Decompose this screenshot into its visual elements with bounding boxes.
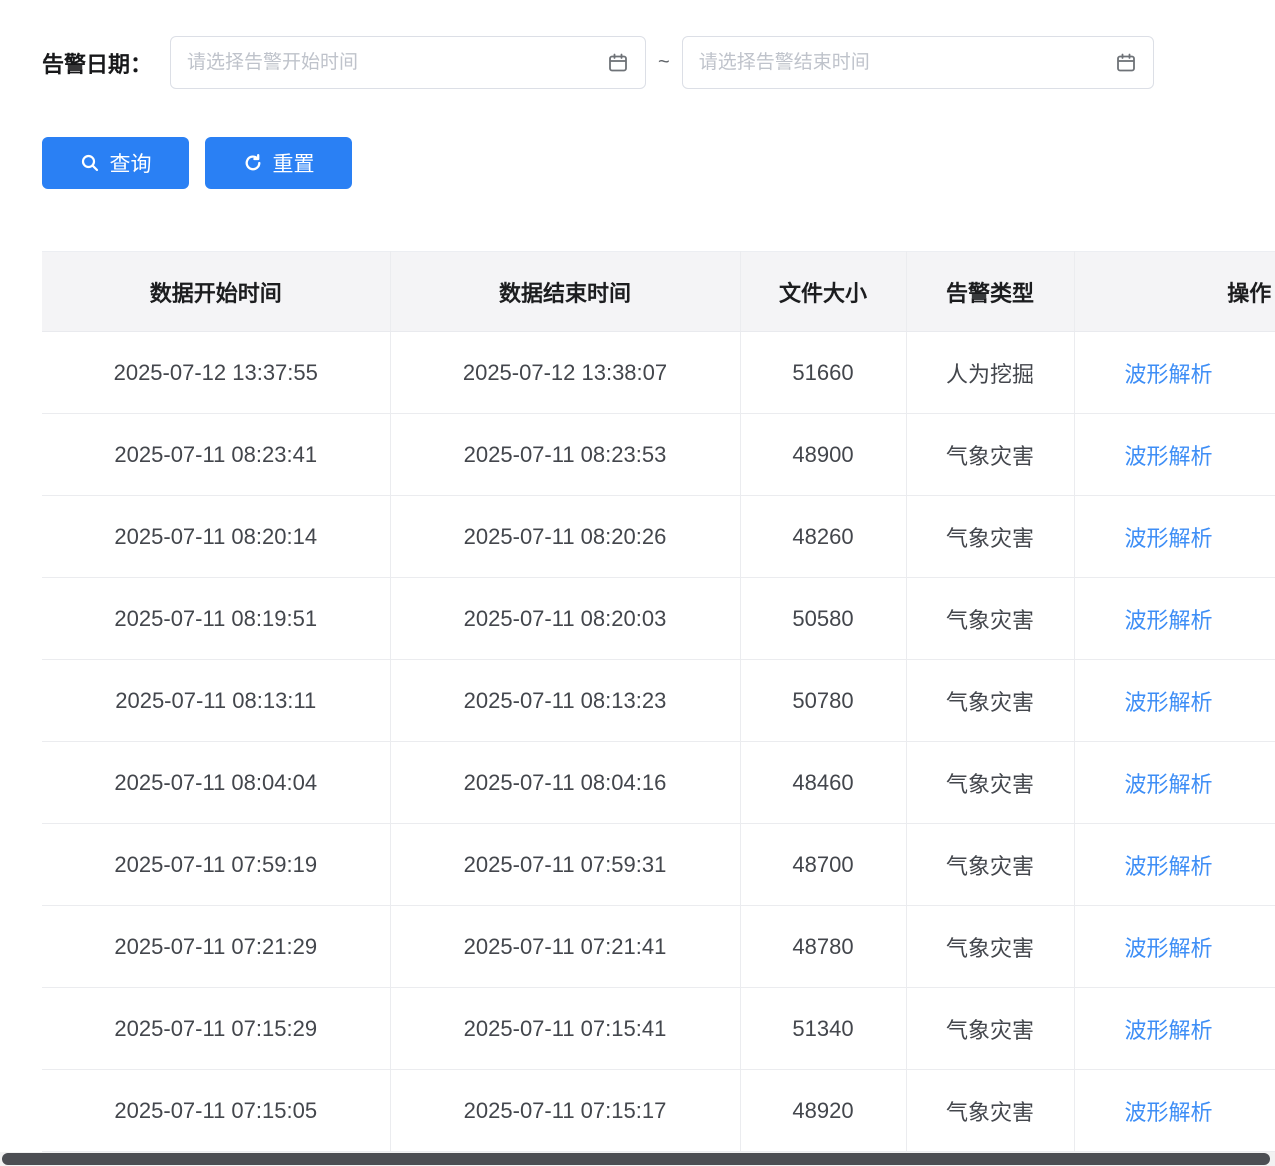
calendar-icon[interactable] [1115, 52, 1137, 74]
waveform-analysis-link[interactable]: 波形解析 [1125, 936, 1213, 961]
cell-end-time: 2025-07-11 08:13:23 [390, 660, 740, 742]
waveform-analysis-link[interactable]: 波形解析 [1125, 1018, 1213, 1043]
column-header: 文件大小 [740, 252, 906, 332]
alarm-date-label: 告警日期： [42, 47, 152, 79]
table-body: 2025-07-12 13:37:55 2025-07-12 13:38:07 … [42, 332, 1275, 1152]
cell-alarm-type: 气象灾害 [906, 496, 1074, 578]
cell-start-time: 2025-07-12 13:37:55 [42, 332, 390, 414]
waveform-analysis-link[interactable]: 波形解析 [1125, 690, 1213, 715]
end-date-input[interactable] [683, 37, 1115, 88]
column-header: 告警类型 [906, 252, 1074, 332]
cell-start-time: 2025-07-11 08:23:41 [42, 414, 390, 496]
cell-alarm-type: 气象灾害 [906, 988, 1074, 1070]
cell-end-time: 2025-07-11 07:15:17 [390, 1070, 740, 1152]
column-header: 数据结束时间 [390, 252, 740, 332]
reset-button[interactable]: 重置 [205, 137, 352, 189]
action-buttons-row: 查询 重置 [42, 137, 1275, 189]
scrollbar-thumb[interactable] [2, 1153, 1270, 1165]
cell-file-size: 48900 [740, 414, 906, 496]
cell-file-size: 51340 [740, 988, 906, 1070]
waveform-analysis-link[interactable]: 波形解析 [1125, 854, 1213, 879]
waveform-analysis-link[interactable]: 波形解析 [1125, 444, 1213, 469]
waveform-analysis-link[interactable]: 波形解析 [1125, 362, 1213, 387]
cell-operation: 波形解析 [1074, 1070, 1275, 1152]
cell-end-time: 2025-07-11 08:20:03 [390, 578, 740, 660]
cell-alarm-type: 气象灾害 [906, 414, 1074, 496]
date-range-separator: ~ [658, 51, 670, 74]
cell-start-time: 2025-07-11 08:20:14 [42, 496, 390, 578]
table-row: 2025-07-11 07:15:05 2025-07-11 07:15:17 … [42, 1070, 1275, 1152]
cell-file-size: 48780 [740, 906, 906, 988]
cell-alarm-type: 气象灾害 [906, 742, 1074, 824]
cell-start-time: 2025-07-11 08:19:51 [42, 578, 390, 660]
start-date-picker[interactable] [170, 36, 646, 89]
query-button-label: 查询 [110, 148, 152, 178]
table-row: 2025-07-11 08:19:51 2025-07-11 08:20:03 … [42, 578, 1275, 660]
cell-file-size: 50780 [740, 660, 906, 742]
column-header: 操作 [1074, 252, 1275, 332]
alarm-table-wrap: 数据开始时间数据结束时间文件大小告警类型操作 2025-07-12 13:37:… [42, 251, 1275, 1152]
cell-operation: 波形解析 [1074, 578, 1275, 660]
cell-start-time: 2025-07-11 08:04:04 [42, 742, 390, 824]
search-icon [80, 153, 100, 173]
cell-operation: 波形解析 [1074, 496, 1275, 578]
cell-end-time: 2025-07-11 08:04:16 [390, 742, 740, 824]
cell-operation: 波形解析 [1074, 660, 1275, 742]
table-row: 2025-07-11 08:23:41 2025-07-11 08:23:53 … [42, 414, 1275, 496]
waveform-analysis-link[interactable]: 波形解析 [1125, 526, 1213, 551]
cell-operation: 波形解析 [1074, 414, 1275, 496]
cell-alarm-type: 气象灾害 [906, 824, 1074, 906]
reset-icon [243, 153, 263, 173]
cell-alarm-type: 气象灾害 [906, 906, 1074, 988]
cell-file-size: 51660 [740, 332, 906, 414]
cell-start-time: 2025-07-11 07:21:29 [42, 906, 390, 988]
cell-start-time: 2025-07-11 07:15:29 [42, 988, 390, 1070]
waveform-analysis-link[interactable]: 波形解析 [1125, 772, 1213, 797]
cell-start-time: 2025-07-11 07:15:05 [42, 1070, 390, 1152]
cell-start-time: 2025-07-11 08:13:11 [42, 660, 390, 742]
table-row: 2025-07-11 08:04:04 2025-07-11 08:04:16 … [42, 742, 1275, 824]
alarm-query-page: 告警日期： ~ [0, 0, 1275, 1152]
filter-row: 告警日期： ~ [42, 36, 1275, 89]
horizontal-scrollbar[interactable] [0, 1152, 1275, 1166]
waveform-analysis-link[interactable]: 波形解析 [1125, 608, 1213, 633]
query-button[interactable]: 查询 [42, 137, 189, 189]
cell-operation: 波形解析 [1074, 824, 1275, 906]
cell-start-time: 2025-07-11 07:59:19 [42, 824, 390, 906]
column-header: 数据开始时间 [42, 252, 390, 332]
cell-file-size: 50580 [740, 578, 906, 660]
table-row: 2025-07-11 07:15:29 2025-07-11 07:15:41 … [42, 988, 1275, 1070]
cell-end-time: 2025-07-11 08:20:26 [390, 496, 740, 578]
alarm-table: 数据开始时间数据结束时间文件大小告警类型操作 2025-07-12 13:37:… [42, 251, 1275, 1152]
start-date-input[interactable] [171, 37, 607, 88]
cell-alarm-type: 气象灾害 [906, 660, 1074, 742]
cell-end-time: 2025-07-11 07:21:41 [390, 906, 740, 988]
table-row: 2025-07-12 13:37:55 2025-07-12 13:38:07 … [42, 332, 1275, 414]
cell-file-size: 48700 [740, 824, 906, 906]
cell-end-time: 2025-07-12 13:38:07 [390, 332, 740, 414]
table-row: 2025-07-11 07:59:19 2025-07-11 07:59:31 … [42, 824, 1275, 906]
table-header-row: 数据开始时间数据结束时间文件大小告警类型操作 [42, 252, 1275, 332]
calendar-icon[interactable] [607, 52, 629, 74]
cell-alarm-type: 气象灾害 [906, 578, 1074, 660]
table-row: 2025-07-11 08:20:14 2025-07-11 08:20:26 … [42, 496, 1275, 578]
cell-operation: 波形解析 [1074, 906, 1275, 988]
cell-operation: 波形解析 [1074, 742, 1275, 824]
reset-button-label: 重置 [273, 148, 315, 178]
cell-alarm-type: 人为挖掘 [906, 332, 1074, 414]
table-row: 2025-07-11 07:21:29 2025-07-11 07:21:41 … [42, 906, 1275, 988]
cell-operation: 波形解析 [1074, 332, 1275, 414]
table-row: 2025-07-11 08:13:11 2025-07-11 08:13:23 … [42, 660, 1275, 742]
cell-alarm-type: 气象灾害 [906, 1070, 1074, 1152]
cell-file-size: 48260 [740, 496, 906, 578]
cell-end-time: 2025-07-11 08:23:53 [390, 414, 740, 496]
cell-end-time: 2025-07-11 07:59:31 [390, 824, 740, 906]
cell-file-size: 48920 [740, 1070, 906, 1152]
end-date-picker[interactable] [682, 36, 1154, 89]
cell-end-time: 2025-07-11 07:15:41 [390, 988, 740, 1070]
cell-file-size: 48460 [740, 742, 906, 824]
cell-operation: 波形解析 [1074, 988, 1275, 1070]
waveform-analysis-link[interactable]: 波形解析 [1125, 1100, 1213, 1125]
